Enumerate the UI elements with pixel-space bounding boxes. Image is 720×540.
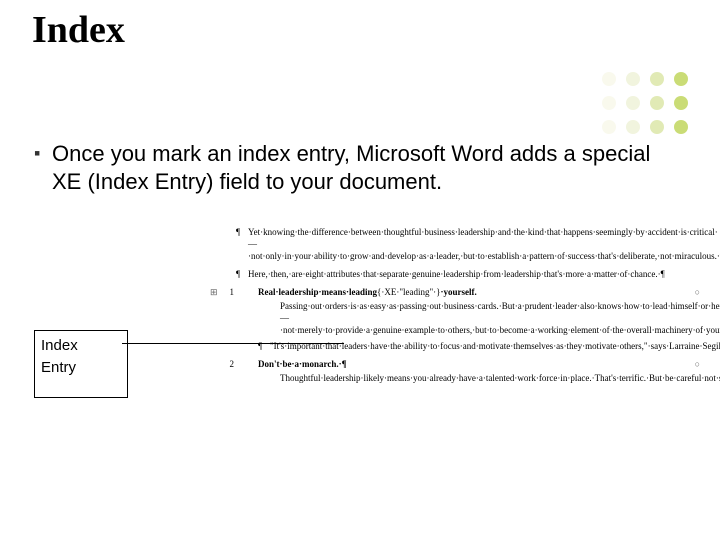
callout-box: Index Entry — [34, 330, 128, 398]
decorative-dots — [602, 72, 694, 140]
item-body: Thoughtful·leadership·likely·means·you·a… — [258, 372, 686, 384]
bullet-item: ▪ Once you mark an index entry, Microsof… — [34, 140, 680, 196]
callout-line1: Index — [41, 335, 121, 357]
xe-field: {·XE·"leading"·} — [377, 287, 440, 297]
doc-paragraph: ¶ Yet·knowing·the·difference·between·tho… — [236, 226, 686, 262]
bullet-square-icon: ▪ — [34, 140, 52, 196]
pilcrow-icon: ¶ — [236, 268, 240, 280]
doc-text: Yet·knowing·the·difference·between·thoug… — [248, 227, 720, 261]
callout-line2: Entry — [41, 357, 121, 379]
item-quote: "It's·important·that·leaders·have·the·ab… — [270, 341, 720, 351]
item-title-tail: ·yourself. — [440, 287, 476, 297]
move-handle-icon: ⊞ — [210, 286, 218, 298]
item-body: Passing·out·orders·is·as·easy·as·passing… — [258, 300, 686, 336]
doc-numbered-item: ⊞ 1 ○ Real·leadership·means·leading{·XE·… — [236, 286, 686, 352]
pilcrow-icon: ¶ — [258, 340, 262, 352]
pilcrow-icon: ¶ — [236, 226, 240, 238]
bullet-text: Once you mark an index entry, Microsoft … — [52, 140, 680, 196]
document-sample: ¶ Yet·knowing·the·difference·between·tho… — [236, 226, 686, 390]
circle-marker-icon: ○ — [695, 358, 700, 370]
doc-text: Here,·then,·are·eight·attributes·that·se… — [248, 269, 665, 279]
doc-numbered-item: 2 ○ Don't·be·a·monarch.·¶ Thoughtful·lea… — [236, 358, 686, 384]
circle-marker-icon: ○ — [695, 286, 700, 298]
item-title: Don't·be·a·monarch.·¶ — [258, 359, 346, 369]
page-title: Index — [32, 8, 125, 52]
item-title: Real·leadership·means·leading — [258, 287, 377, 297]
item-number: 1 — [220, 286, 234, 298]
item-number: 2 — [220, 358, 234, 370]
doc-paragraph: ¶ Here,·then,·are·eight·attributes·that·… — [236, 268, 686, 280]
